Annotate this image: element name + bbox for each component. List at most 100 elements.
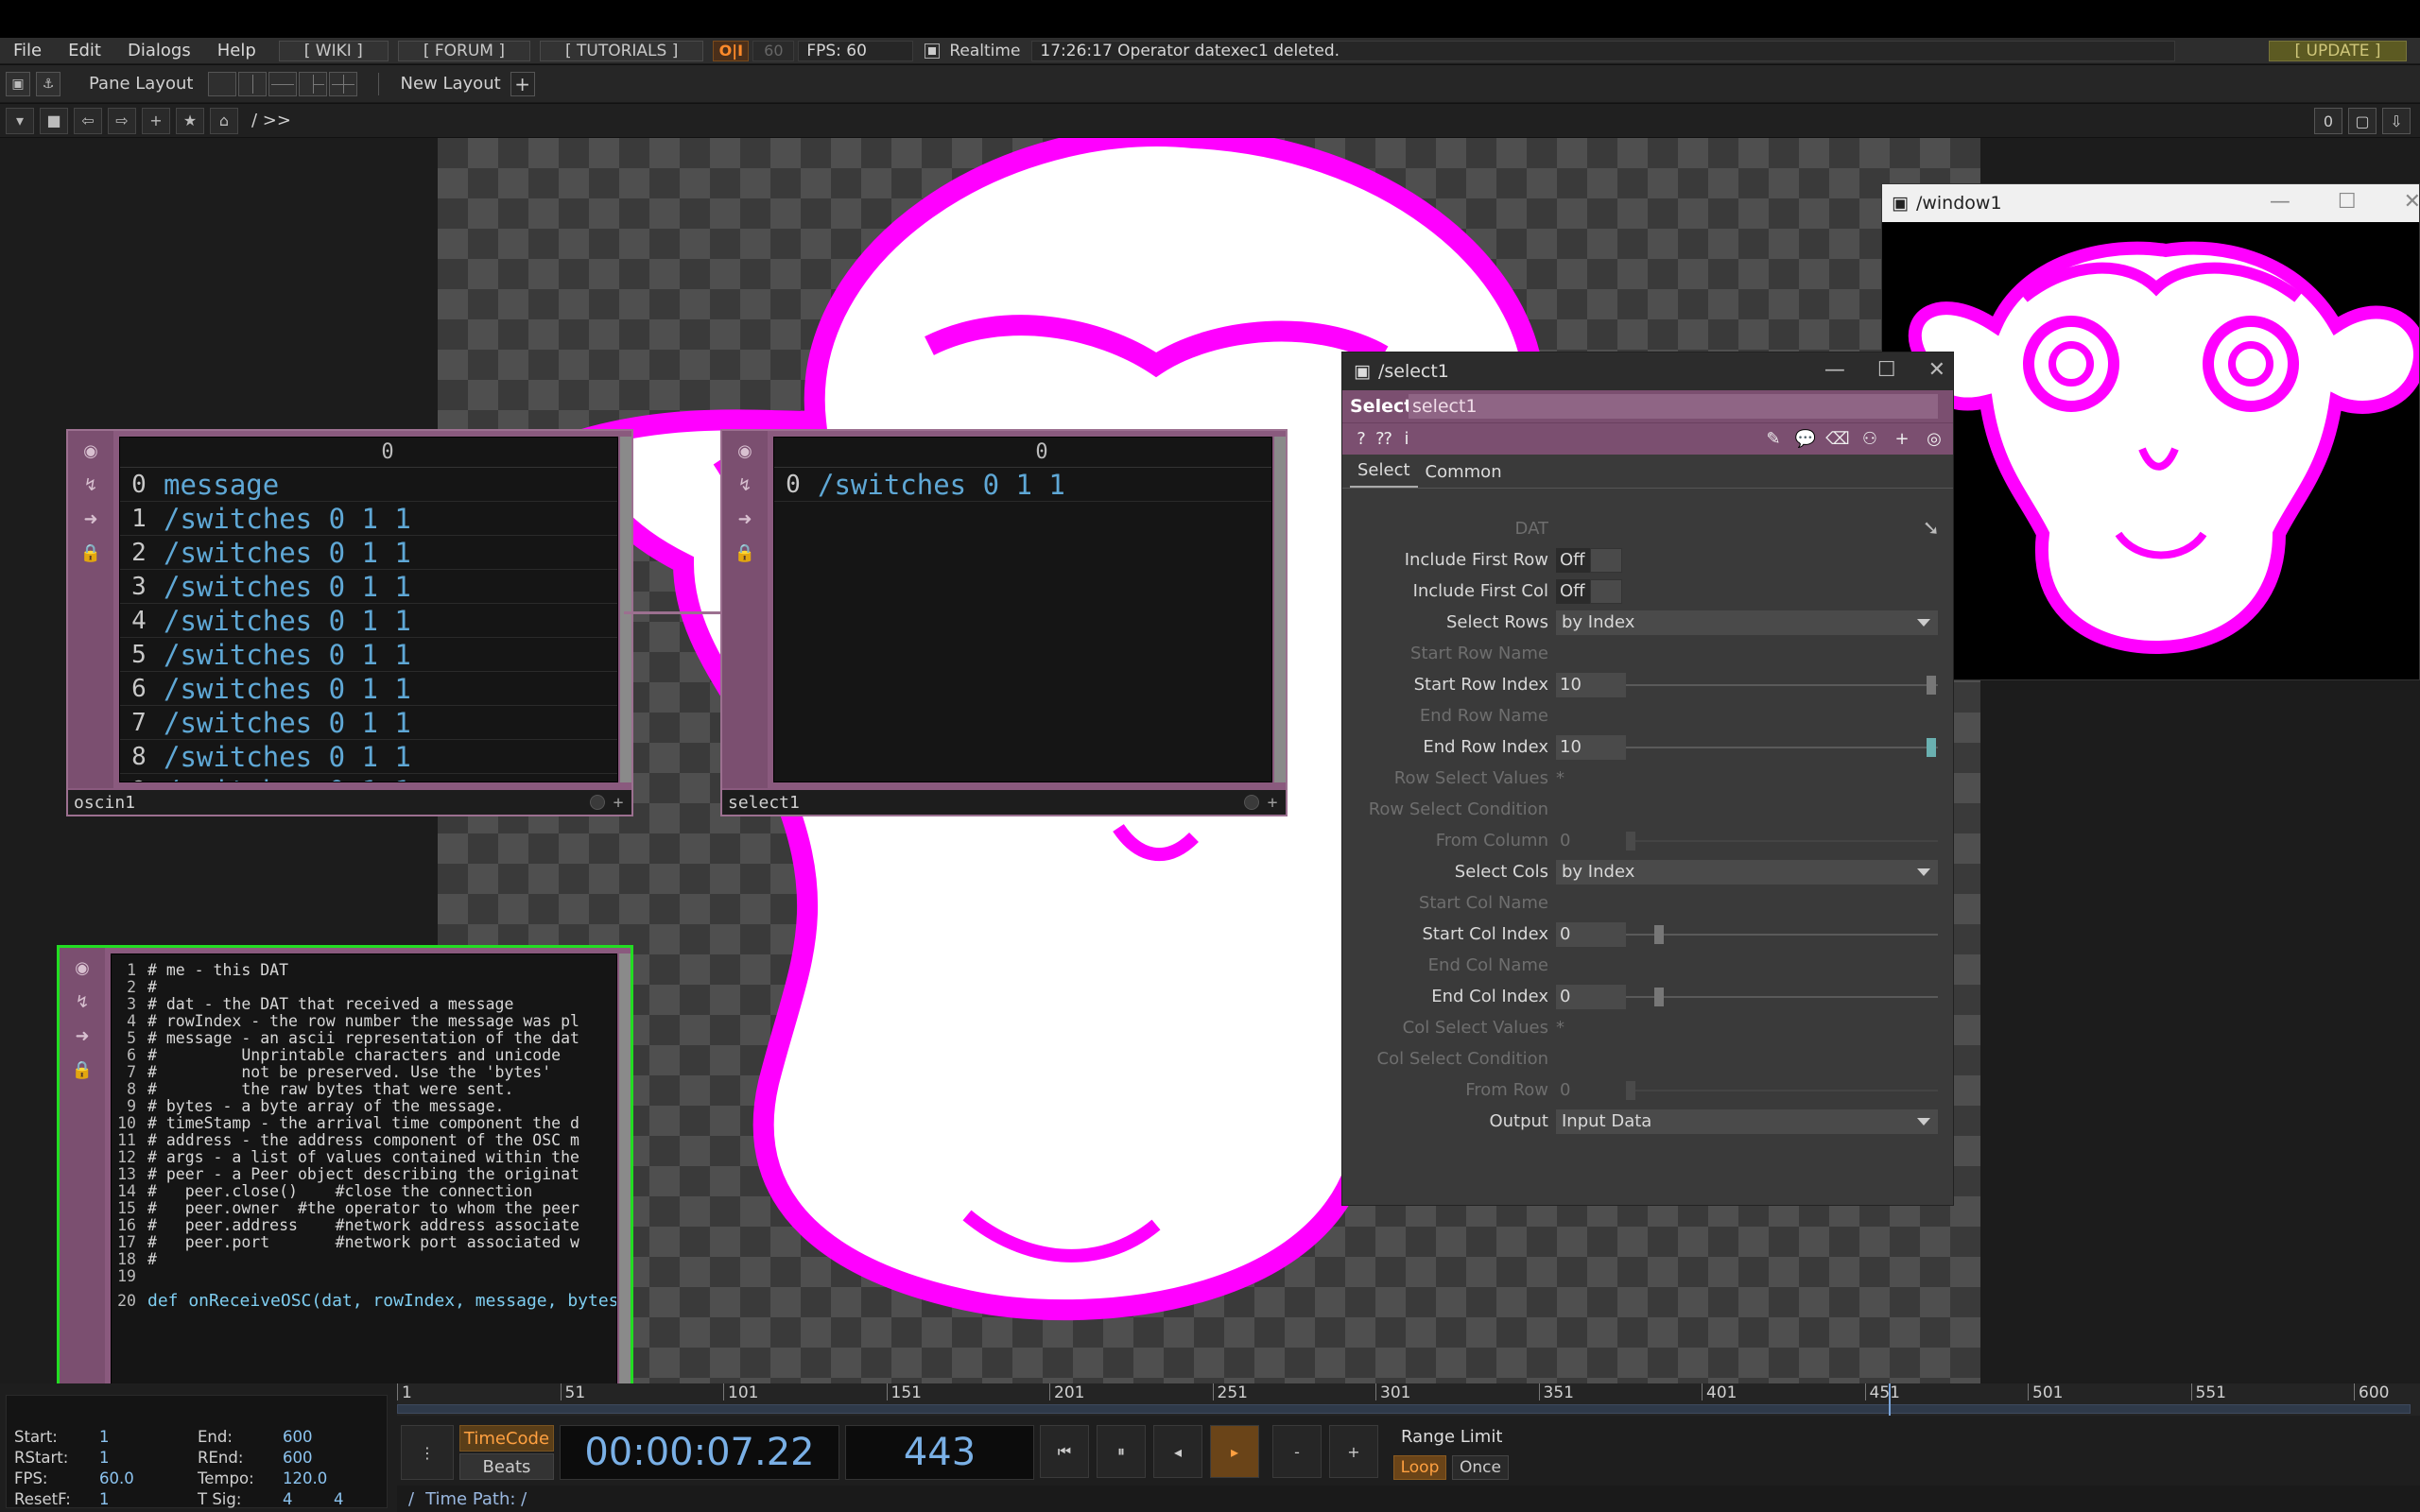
add-icon[interactable]: + [1891, 427, 1913, 450]
table-row[interactable]: 0 message [120, 468, 617, 502]
toggle-box[interactable] [1590, 578, 1622, 604]
add-icon[interactable]: + [142, 107, 170, 134]
tutorials-button[interactable]: [ TUTORIALS ] [539, 40, 704, 61]
menu-help[interactable]: Help [204, 41, 269, 60]
end-value[interactable]: 600 [283, 1428, 313, 1446]
maximize-icon[interactable]: ☐ [1877, 358, 1896, 382]
speed-plus-button[interactable]: + [1329, 1425, 1378, 1478]
callbacks-text-viewer[interactable]: 1 # me - this DAT 2 #3 # dat - the DAT that … [111, 954, 617, 1383]
select1-node[interactable]: ◉ ↯ ➜ 🔒 0 0/switches 0 1 1 select1 + [720, 429, 1288, 816]
pointer-arrow-icon[interactable]: ➘ [1923, 517, 1940, 541]
bypass-icon[interactable]: ↯ [731, 471, 759, 499]
rstart-value[interactable]: 1 [99, 1449, 110, 1467]
back-arrow-icon[interactable]: ⇦ [74, 107, 102, 134]
viewer-toggle-icon[interactable]: ◉ [77, 437, 105, 465]
once-button[interactable]: Once [1452, 1455, 1509, 1480]
oscin1-table-viewer[interactable]: 0 0 message 1/switches 0 1 1 2/switches 0 1… [119, 437, 618, 782]
realtime-toggle[interactable]: Realtime [925, 42, 1020, 60]
resetf-value[interactable]: 1 [99, 1490, 110, 1508]
home-icon[interactable]: ⌂ [210, 107, 238, 134]
select1-table-viewer[interactable]: 0 0/switches 0 1 1 [773, 437, 1272, 782]
parameter-window[interactable]: ▣ /select1 — ☐ ✕ Select select1 ? ⁇ i ✎ … [1341, 352, 1954, 1206]
python-icon[interactable]: ⚇ [1858, 427, 1881, 450]
timecode-display[interactable]: 00:00:07.22 [560, 1425, 839, 1480]
include-first-row-toggle[interactable]: Off [1556, 547, 1622, 573]
select1-node-label[interactable]: select1 + [722, 790, 1286, 815]
time-path-label[interactable]: Time Path: / [425, 1489, 527, 1509]
table-row[interactable]: 5/switches 0 1 1 [120, 638, 617, 672]
frame-display[interactable]: 443 [845, 1425, 1034, 1480]
oi-toggle-button[interactable]: O|I [713, 40, 750, 61]
table-row[interactable]: 9/switches 0 1 1 [120, 774, 617, 782]
oscin1-node-label[interactable]: oscin1 + [68, 790, 631, 815]
beats-button[interactable]: Beats [459, 1453, 554, 1480]
target-icon[interactable]: ◎ [1923, 427, 1945, 450]
bypass-icon[interactable]: ↯ [77, 471, 105, 499]
comment-icon[interactable]: 💬 [1794, 427, 1817, 450]
node-viewer-dot[interactable] [1244, 795, 1259, 810]
image-view-icon[interactable]: ▣ [6, 71, 30, 96]
pane-menu-chevron-icon[interactable]: ▾ [6, 107, 34, 134]
tsig-numerator[interactable]: 4 [283, 1490, 293, 1508]
layout-split-h-button[interactable] [268, 71, 298, 96]
include-first-col-toggle[interactable]: Off [1556, 578, 1622, 604]
download-icon[interactable]: ⇩ [2382, 108, 2411, 134]
table-row[interactable]: 0/switches 0 1 1 [774, 468, 1271, 502]
display-flag-icon[interactable]: ➜ [731, 505, 759, 533]
edit-pencil-icon[interactable]: ✎ [1762, 427, 1785, 450]
table-row[interactable]: 1/switches 0 1 1 [120, 502, 617, 536]
start-row-index-slider[interactable] [1626, 673, 1938, 697]
display-flag-icon[interactable]: ➜ [68, 1022, 96, 1050]
layout-single-button[interactable] [208, 71, 237, 96]
fps-value[interactable]: 60.0 [99, 1469, 134, 1487]
table-row[interactable]: 6/switches 0 1 1 [120, 672, 617, 706]
layout-four-button[interactable] [329, 71, 358, 96]
table-row[interactable]: 4/switches 0 1 1 [120, 604, 617, 638]
oscin1-node[interactable]: ◉ ↯ ➜ 🔒 0 0 message 1/switches 0 1 1 2/swit… [66, 429, 633, 816]
output-dropdown[interactable]: Input Data [1556, 1108, 1938, 1134]
end-col-index-slider[interactable] [1626, 985, 1938, 1009]
lock-icon[interactable]: 🔒 [68, 1056, 96, 1084]
tab-select[interactable]: Select [1350, 460, 1418, 488]
close-icon[interactable]: ✕ [1928, 358, 1945, 382]
start-col-index-field[interactable]: 0 [1556, 921, 1626, 947]
operator-name-field[interactable]: select1 [1409, 394, 1938, 419]
speed-minus-button[interactable]: - [1272, 1425, 1322, 1478]
menu-edit[interactable]: Edit [55, 41, 114, 60]
network-view-icon[interactable]: ⚓ [36, 71, 60, 96]
forward-arrow-icon[interactable]: ⇨ [108, 107, 136, 134]
viewer-toggle-icon[interactable]: ◉ [731, 437, 759, 465]
param-window-titlebar[interactable]: ▣ /select1 — ☐ ✕ [1342, 352, 1953, 390]
maximize-icon[interactable]: ☐ [2338, 190, 2357, 214]
table-row[interactable]: 2/switches 0 1 1 [120, 536, 617, 570]
info-icon[interactable]: i [1395, 428, 1418, 451]
menu-file[interactable]: File [0, 41, 55, 60]
tsig-denominator[interactable]: 4 [334, 1490, 344, 1508]
layout-three-button[interactable] [299, 71, 328, 96]
select-rows-dropdown[interactable]: by Index [1556, 610, 1938, 635]
end-col-index-field[interactable]: 0 [1556, 984, 1626, 1009]
forum-button[interactable]: [ FORUM ] [397, 40, 530, 61]
update-button[interactable]: [ UPDATE ] [2269, 41, 2407, 61]
close-icon[interactable]: ✕ [2404, 190, 2420, 214]
select-cols-dropdown[interactable]: by Index [1556, 859, 1938, 885]
step-back-icon[interactable]: ◂ [1153, 1425, 1202, 1478]
network-path[interactable]: / >> [251, 111, 291, 130]
lock-icon[interactable]: 🔒 [731, 539, 759, 567]
help-icon[interactable]: ? [1350, 428, 1373, 451]
bookmark-star-icon[interactable]: ★ [176, 107, 204, 134]
pause-icon[interactable]: ⏸ [1097, 1425, 1146, 1478]
go-to-start-icon[interactable]: ⏮ [1040, 1425, 1089, 1478]
rend-value[interactable]: 600 [283, 1449, 313, 1467]
viewer-toggle-icon[interactable]: ◉ [68, 954, 96, 982]
table-row[interactable]: 7/switches 0 1 1 [120, 706, 617, 740]
toggle-box[interactable] [1590, 547, 1622, 573]
node-viewer-dot[interactable] [590, 795, 605, 810]
end-row-index-field[interactable]: 10 [1556, 734, 1626, 760]
loop-button[interactable]: Loop [1393, 1455, 1446, 1480]
eraser-icon[interactable]: ⌫ [1825, 427, 1849, 450]
maximize-pane-icon[interactable]: ▢ [2348, 108, 2377, 134]
timeline-range-bar[interactable] [397, 1404, 2411, 1414]
oscin1-callbacks-node[interactable]: ◉ ↯ ➜ 🔒 1 # me - this DAT 2 #3 # dat - the D… [57, 945, 633, 1383]
timecode-button[interactable]: TimeCode [459, 1425, 554, 1452]
